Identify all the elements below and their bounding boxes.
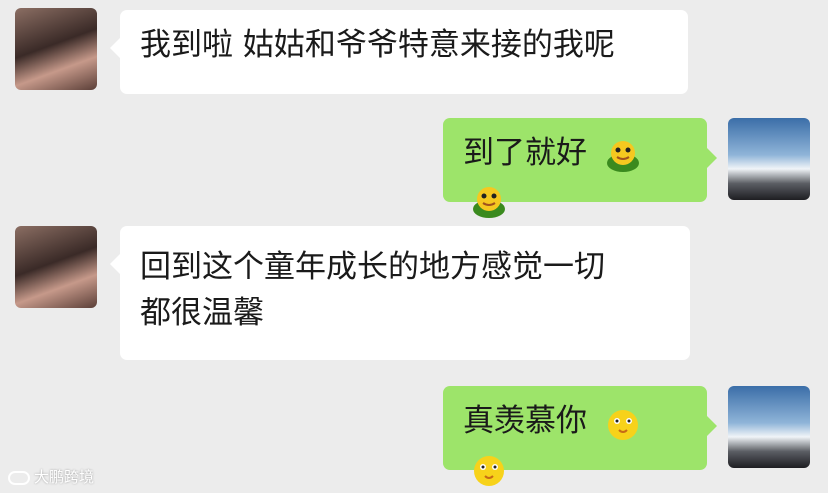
outgoing-message-bubble: 到了就好 (443, 118, 717, 218)
contact-avatar[interactable] (15, 226, 97, 308)
bubble-tail (707, 416, 717, 436)
message-text: 到了就好 (463, 135, 587, 171)
message-text: 真羡慕你 (463, 403, 587, 439)
message-text-line: 回到这个童年成长的地方感觉一切 (140, 249, 605, 285)
logo-icon (8, 470, 30, 485)
outgoing-message-bubble: 真羡慕你 (443, 386, 717, 486)
incoming-message-bubble: 回到这个童年成长的地方感觉一切 都很温馨 (110, 226, 690, 360)
bubble-tail (707, 148, 717, 168)
bubble-tail (110, 38, 120, 58)
chick-emoji-icon (474, 455, 504, 486)
bubble-tail (110, 254, 120, 274)
message-text-line: 都很温馨 (140, 295, 264, 331)
frog-emoji-icon (473, 186, 505, 218)
contact-avatar[interactable] (15, 8, 97, 90)
self-avatar[interactable] (728, 386, 810, 468)
chick-emoji-icon (607, 409, 638, 440)
watermark: 大鹏跨境 (8, 466, 94, 487)
self-avatar[interactable] (728, 118, 810, 200)
frog-emoji-icon (606, 140, 639, 172)
message-text: 我到啦 姑姑和爷爷特意来接的我呢 (140, 27, 615, 63)
watermark-text: 大鹏跨境 (34, 468, 95, 486)
incoming-message-bubble: 我到啦 姑姑和爷爷特意来接的我呢 (110, 10, 688, 94)
